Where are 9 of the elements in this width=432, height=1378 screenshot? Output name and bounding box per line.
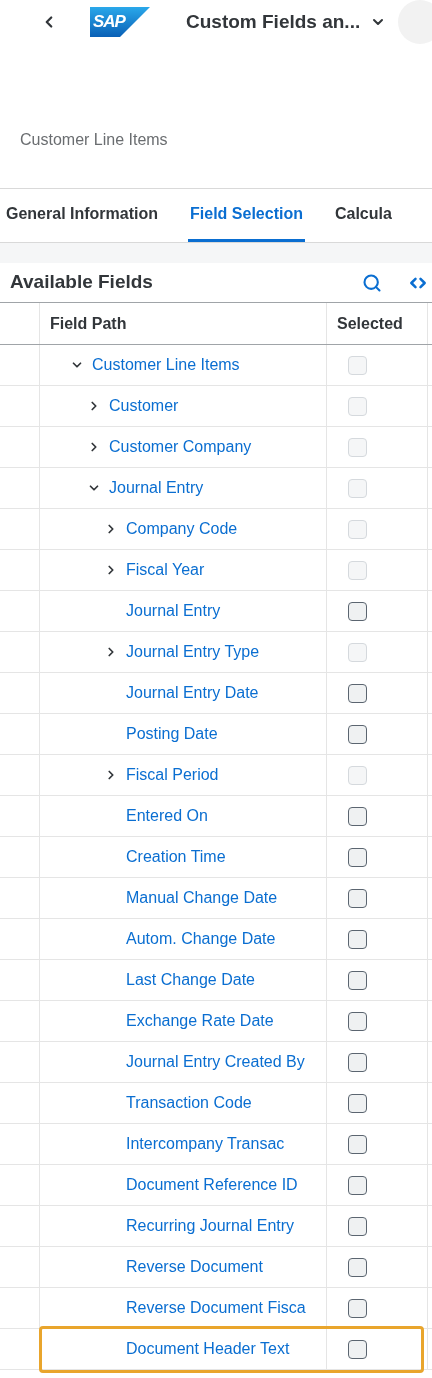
search-icon[interactable]: [362, 272, 382, 293]
column-header: Field Path: [50, 313, 127, 334]
app-title: Custom Fields an...: [186, 9, 361, 34]
panel-title: Available Fields: [10, 270, 154, 295]
tab[interactable]: Calcula: [332, 188, 394, 242]
column-header: Selected: [337, 313, 403, 334]
object-subtitle: Customer Line Items: [20, 130, 168, 150]
tab[interactable]: General Information: [4, 188, 161, 242]
sap-logo: SAP: [90, 7, 150, 37]
